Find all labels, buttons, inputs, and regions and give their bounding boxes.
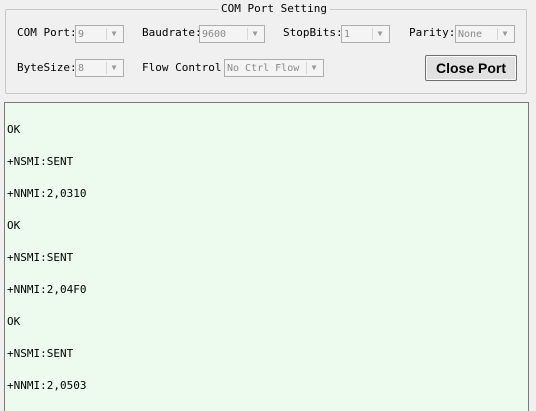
output-line: OK xyxy=(7,219,21,232)
output-line: +NNMI:2,0310 xyxy=(7,187,87,200)
parity-label: Parity: xyxy=(409,26,456,39)
serial-output-textarea[interactable]: OK +NSMI:SENT +NNMI:2,0310 OK +NSMI:SENT… xyxy=(4,102,529,411)
output-line: +NNMI:2,04F0 xyxy=(7,283,87,296)
group-title: COM Port Setting xyxy=(218,2,330,16)
chevron-down-icon[interactable]: ▼ xyxy=(306,62,321,74)
bytesize-label: ByteSize: xyxy=(17,61,77,74)
stopbits-select[interactable]: 1 ▼ xyxy=(341,25,390,43)
parity-select[interactable]: None ▼ xyxy=(455,25,515,43)
baudrate-select[interactable]: 9600 ▼ xyxy=(199,25,265,43)
bytesize-value: 8 xyxy=(78,63,85,74)
flow-control-label: Flow Control: xyxy=(142,61,229,74)
output-line: +NSMI:SENT xyxy=(7,155,74,168)
baudrate-label: Baudrate: xyxy=(142,26,202,39)
parity-value: None xyxy=(458,29,483,40)
com-port-value: 9 xyxy=(78,29,85,40)
bytesize-select[interactable]: 8 ▼ xyxy=(75,59,124,77)
chevron-down-icon[interactable]: ▼ xyxy=(106,28,121,40)
close-port-button[interactable]: Close Port xyxy=(425,55,517,81)
chevron-down-icon[interactable]: ▼ xyxy=(247,28,262,40)
flow-control-select[interactable]: No Ctrl Flow ▼ xyxy=(224,59,324,77)
chevron-down-icon[interactable]: ▼ xyxy=(497,28,512,40)
output-line: OK xyxy=(7,315,21,328)
stopbits-label: StopBits: xyxy=(283,26,343,39)
chevron-down-icon[interactable]: ▼ xyxy=(372,28,387,40)
output-line: +NNMI:2,0503 xyxy=(7,379,87,392)
com-port-label: COM Port: xyxy=(17,26,77,39)
chevron-down-icon[interactable]: ▼ xyxy=(106,62,121,74)
output-line: OK xyxy=(7,123,21,136)
com-port-setting-group: COM Port Setting xyxy=(5,2,527,94)
flow-control-value: No Ctrl Flow xyxy=(227,63,300,74)
com-port-select[interactable]: 9 ▼ xyxy=(75,25,124,43)
output-line: +NSMI:SENT xyxy=(7,347,74,360)
output-line: +NSMI:SENT xyxy=(7,251,74,264)
baudrate-value: 9600 xyxy=(202,29,227,40)
stopbits-value: 1 xyxy=(344,29,351,40)
